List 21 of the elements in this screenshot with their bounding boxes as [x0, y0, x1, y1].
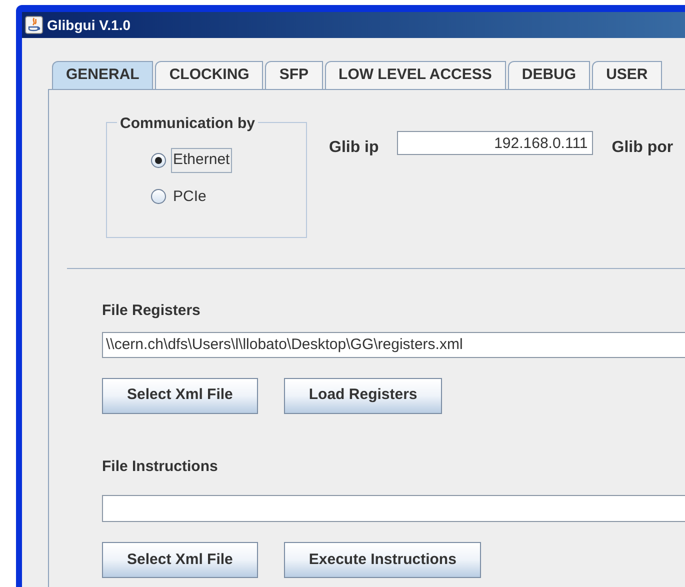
path-field[interactable]: \\cern.ch\dfs\Users\l\llobato\Desktop\GG\registers.xml: [102, 332, 685, 358]
field-label: Glib ip: [329, 138, 379, 158]
java-cup-icon: [25, 16, 43, 34]
field-label: Glib por: [612, 138, 674, 158]
button[interactable]: Select Xml File: [102, 542, 258, 578]
ip-field[interactable]: 192.168.0.111: [396, 131, 593, 155]
section-label: File Registers: [102, 301, 202, 321]
window-title: Glibgui V.1.0: [47, 16, 131, 35]
tab[interactable]: LOW LEVEL ACCESS: [324, 61, 506, 89]
button[interactable]: Load Registers: [284, 378, 442, 414]
tab[interactable]: SFP: [265, 61, 323, 89]
button[interactable]: Execute Instructions: [284, 542, 482, 578]
tab[interactable]: USER: [592, 61, 662, 89]
section-label: File Instructions: [102, 456, 219, 476]
radio-button[interactable]: PCIe: [151, 184, 306, 209]
tab[interactable]: GENERAL: [52, 61, 154, 89]
radio-button[interactable]: Ethernet: [151, 148, 306, 172]
tab[interactable]: DEBUG: [508, 61, 590, 89]
path-field[interactable]: [102, 495, 685, 522]
tab[interactable]: CLOCKING: [155, 61, 264, 89]
button[interactable]: Select Xml File: [102, 378, 258, 414]
